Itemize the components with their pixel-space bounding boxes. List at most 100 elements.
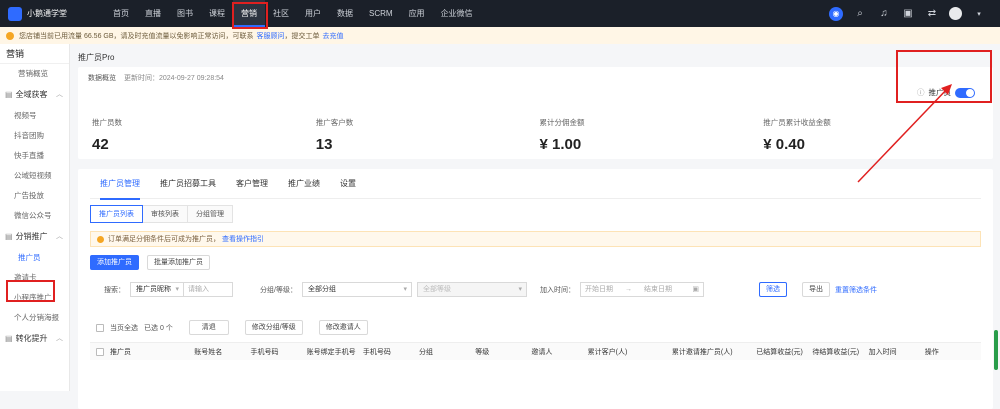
row-select-all-checkbox[interactable] <box>96 347 104 356</box>
batch-row: 当页全选 已选 0 个 清退 修改分组/等级 修改邀请人 <box>90 320 981 335</box>
clear-button[interactable]: 清退 <box>188 320 229 335</box>
topnav-item[interactable]: 直播 <box>137 0 169 27</box>
subtab-item[interactable]: 推广员列表 <box>90 205 143 223</box>
assistant-icon[interactable]: ◉ <box>829 6 843 21</box>
sidebar-item[interactable]: 营销概览 <box>0 64 69 84</box>
main-tabs: 推广员管理 推广员招募工具 客户管理 推广业绩 设置 <box>90 169 981 200</box>
table-header-cell: 累计邀请推广员(人) <box>671 348 733 356</box>
avatar[interactable] <box>949 7 962 20</box>
table-header-cell: 手机号码 <box>362 348 391 356</box>
start-date-input[interactable]: 开始日期 <box>585 283 613 296</box>
notice-link-recharge[interactable]: 去充值 <box>323 31 344 41</box>
sidebar-item[interactable]: 个人分销海报 <box>0 308 69 328</box>
highlight-box-marketing <box>232 2 268 29</box>
page-scrollbar[interactable] <box>994 330 998 370</box>
table-header-cell: 分组 <box>419 348 434 356</box>
topnav-item[interactable]: 社区 <box>265 0 297 27</box>
table-header-cell: 手机号码 <box>250 348 279 356</box>
stats-title: 数据概览 <box>88 75 116 82</box>
table-header-cell: 推广员 <box>110 348 131 356</box>
selected-count: 已选 0 个 <box>144 324 173 332</box>
add-promoter-button[interactable]: 添加推广员 <box>90 255 139 270</box>
sidebar-group-label: 分销推广 <box>15 232 48 241</box>
notification-bell-icon[interactable]: ♫ <box>877 7 891 21</box>
tab-item[interactable]: 推广员招募工具 <box>150 169 226 199</box>
stat-label: 累计分佣金额 <box>539 118 585 127</box>
topnav-item[interactable]: 企业微信 <box>433 0 481 27</box>
reset-filter-link[interactable]: 重置筛选条件 <box>835 285 877 295</box>
notice-text: 您店铺当前已用流量 66.56 GB，请及时充值流量以免影响正常访问，可联系 <box>19 32 254 40</box>
calendar-icon: ▣ <box>692 286 699 293</box>
export-button[interactable]: 导出 <box>801 282 830 297</box>
chevron-up-icon: ︿ <box>56 91 63 98</box>
sidebar-group-label: 转化提升 <box>15 334 48 343</box>
search-input[interactable]: 请输入 <box>183 282 233 297</box>
date-range-picker[interactable]: 开始日期 → 结束日期 ▣ <box>579 282 704 297</box>
topnav-item[interactable]: 应用 <box>401 0 433 27</box>
group-icon: ▤ <box>5 334 13 343</box>
batch-add-promoter-button[interactable]: 批量添加推广员 <box>147 255 210 270</box>
sidebar-group[interactable]: ▤ 分销推广 ︿ <box>0 226 69 248</box>
page-title: 推广员Pro <box>78 53 115 62</box>
sidebar-item[interactable]: 广告投放 <box>0 186 69 206</box>
brand[interactable]: 小鹅通学堂 <box>0 6 105 21</box>
sub-tabs: 推广员列表 审核列表 分组管理 <box>90 205 981 223</box>
sidebar-list: 营销概览 ▤ 全域获客 ︿ 视频号 抖音团购 快手直播 公域短视频 广告投放 微信公众号 ▤ 分销推广… <box>0 64 69 350</box>
select-all-checkbox[interactable] <box>96 323 104 332</box>
stat-value: 13 <box>315 136 333 153</box>
tip-guide-link[interactable]: 查看操作指引 <box>222 234 264 244</box>
sidebar-item[interactable]: 推广员 <box>0 248 69 268</box>
tab-item[interactable]: 设置 <box>330 169 366 199</box>
sidebar-item[interactable]: 抖音团购 <box>0 126 69 146</box>
table-header-cell: 账号绑定手机号 <box>306 348 356 356</box>
subtab-item[interactable]: 审核列表 <box>143 205 188 223</box>
top-bar: 小鹅通学堂 首页 直播 图书 课程 营销 社区 用户 数据 SCRM 应用 企业微信 ◉ ⌕ ♫ ▣… <box>0 0 1000 27</box>
change-group-button[interactable]: 修改分组/等级 <box>244 320 303 335</box>
sidebar-item[interactable]: 视频号 <box>0 106 69 126</box>
sidebar-group-label: 全域获客 <box>15 90 48 99</box>
topnav-item[interactable]: SCRM <box>361 0 401 27</box>
search-type-select[interactable]: 推广员昵称 ▾ <box>130 282 184 297</box>
sidebar-item[interactable]: 快手直播 <box>0 146 69 166</box>
tab-item[interactable]: 客户管理 <box>226 169 278 199</box>
stat-block: 推广客户数 13 <box>312 117 536 153</box>
highlight-box-toggle <box>896 50 992 103</box>
chevron-down-icon: ▾ <box>518 286 522 293</box>
main-content: 推广员Pro 数据概览 更新时间：2024-09-27 09:28:54 ⓘ 推… <box>78 52 993 409</box>
stat-value: ¥ 1.00 <box>539 136 582 153</box>
group-select[interactable]: 全部分组 ▾ <box>301 282 412 297</box>
topnav-item[interactable]: 首页 <box>105 0 137 27</box>
table-header-cell: 操作 <box>924 348 939 356</box>
sidebar-group[interactable]: ▤ 全域获客 ︿ <box>0 84 69 106</box>
level-select[interactable]: 全部等级 ▾ <box>416 282 527 297</box>
table-header-cell: 邀请人 <box>531 348 553 356</box>
group-icon: ▤ <box>5 90 13 99</box>
topnav-item[interactable]: 课程 <box>201 0 233 27</box>
filter-button[interactable]: 筛选 <box>758 282 787 297</box>
sidebar-group[interactable]: ▤ 转化提升 ︿ <box>0 328 69 350</box>
range-arrow-icon: → <box>624 286 632 293</box>
join-time-label: 加入时间： <box>539 286 575 294</box>
notice-link-advisor[interactable]: 客服顾问 <box>257 31 285 41</box>
topnav-item[interactable]: 数据 <box>329 0 361 27</box>
stats-row: 推广员数 42 推广客户数 13 累计分佣金额 ¥ 1.00 推广员累计收益金额 ¥ 0.40 <box>88 117 983 153</box>
tab-item[interactable]: 推广员管理 <box>90 169 150 200</box>
calendar-icon[interactable]: ▣ <box>901 7 915 21</box>
table-header-cell: 累计客户(人) <box>587 348 628 356</box>
switch-icon[interactable]: ⇄ <box>925 7 939 21</box>
stat-block: 推广员累计收益金额 ¥ 0.40 <box>759 117 983 153</box>
warning-icon <box>6 31 14 40</box>
change-inviter-button[interactable]: 修改邀请人 <box>318 320 368 335</box>
tab-item[interactable]: 推广业绩 <box>278 169 330 199</box>
search-type-value: 推广员昵称 <box>136 286 171 293</box>
action-buttons: 添加推广员 批量添加推广员 <box>90 255 981 270</box>
chevron-down-icon[interactable]: ▾ <box>972 7 986 21</box>
topnav-item[interactable]: 图书 <box>169 0 201 27</box>
search-icon[interactable]: ⌕ <box>853 7 867 21</box>
sidebar-item[interactable]: 微信公众号 <box>0 206 69 226</box>
table-header-cell: 待结算收益(元) <box>812 348 860 356</box>
subtab-item[interactable]: 分组管理 <box>188 205 233 223</box>
topnav-item[interactable]: 用户 <box>297 0 329 27</box>
end-date-input[interactable]: 结束日期 <box>644 283 672 296</box>
sidebar-item[interactable]: 公域短视频 <box>0 166 69 186</box>
